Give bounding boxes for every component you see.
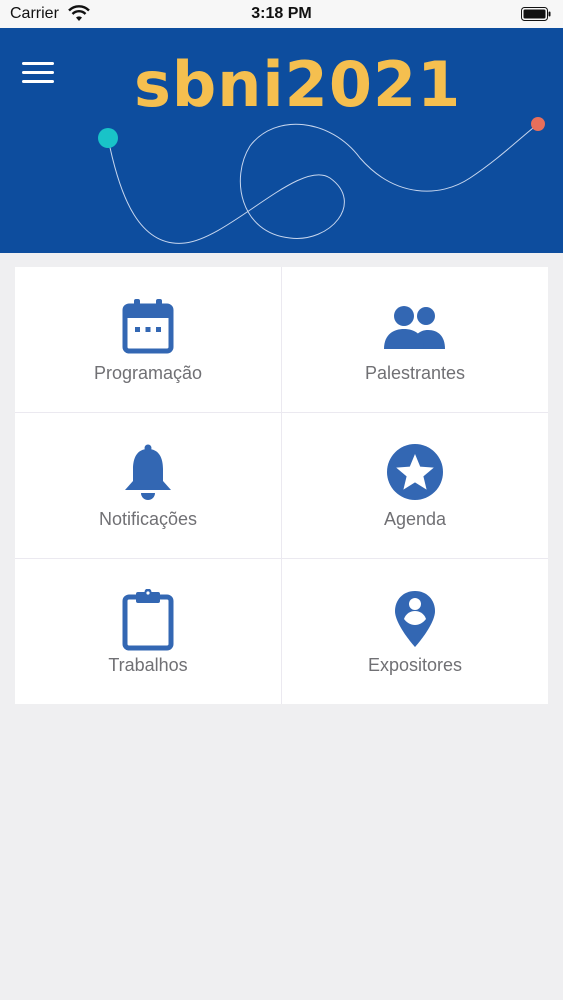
- menu-item-expositores[interactable]: Expositores: [282, 559, 548, 704]
- location-pin-icon: [395, 591, 435, 647]
- menu-item-label: Trabalhos: [108, 655, 188, 675]
- app-header: sbni2021: [0, 28, 563, 253]
- bell-icon: [125, 444, 171, 500]
- menu-item-label: Palestrantes: [364, 363, 466, 383]
- clock: 3:18 PM: [251, 5, 312, 22]
- menu-item-programacao[interactable]: Programação: [15, 267, 281, 412]
- calendar-icon: [122, 299, 174, 354]
- menu-item-label: Expositores: [367, 655, 463, 675]
- menu-item-agenda[interactable]: Agenda: [282, 413, 548, 558]
- teal-dot: [98, 128, 118, 148]
- menu-item-label: Notificações: [98, 509, 198, 529]
- menu-item-notificacoes[interactable]: Notificações: [15, 413, 281, 558]
- menu-item-label: Agenda: [383, 509, 447, 529]
- app-logo: sbni2021: [134, 48, 462, 121]
- menu-item-trabalhos[interactable]: Trabalhos: [15, 559, 281, 704]
- status-bar: Carrier 3:18 PM: [0, 0, 563, 28]
- orange-dot: [531, 117, 545, 131]
- people-icon: [384, 306, 445, 349]
- menu-button[interactable]: [20, 58, 58, 88]
- star-icon: [387, 444, 443, 500]
- clipboard-icon: [122, 589, 174, 651]
- menu-item-palestrantes[interactable]: Palestrantes: [282, 267, 548, 412]
- main-menu-grid: Programação Palestrantes Notificações Ag…: [15, 267, 548, 704]
- battery-icon: [521, 7, 551, 21]
- menu-item-label: Programação: [93, 363, 203, 383]
